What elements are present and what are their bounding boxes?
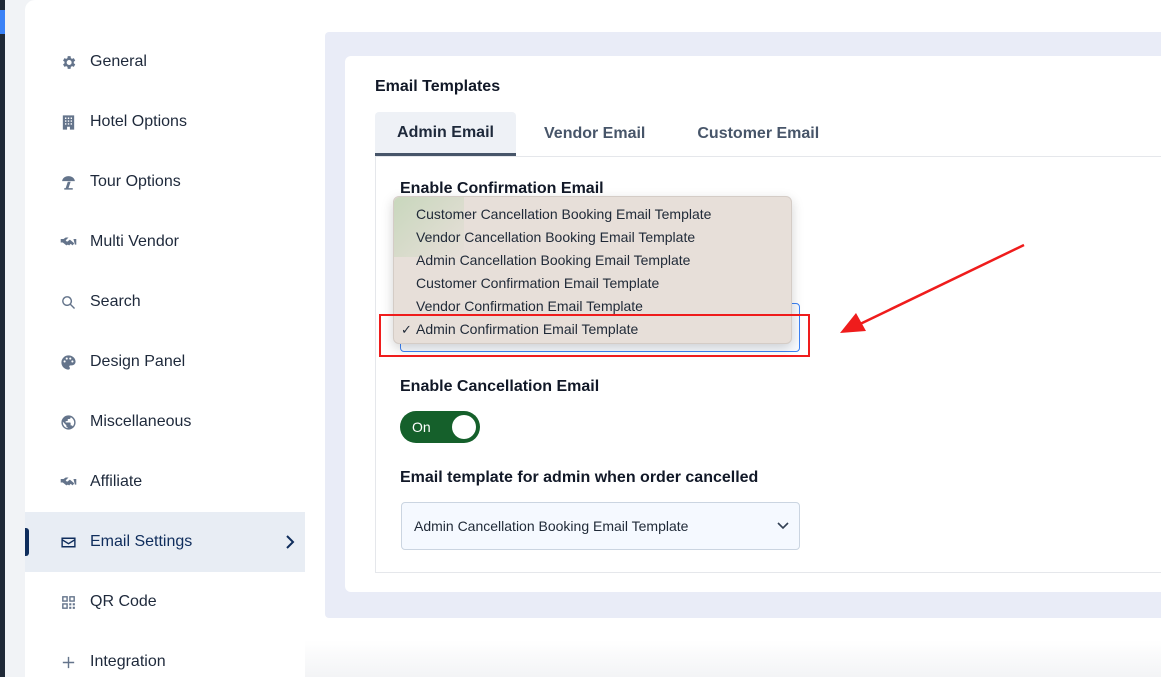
dropdown-option[interactable]: Customer Confirmation Email Template <box>394 272 791 295</box>
cancellation-email-label: Enable Cancellation Email <box>400 378 600 395</box>
sidebar-item-multi-vendor[interactable]: Multi Vendor <box>25 212 305 272</box>
settings-sidebar: General Hotel Options Tour Options Multi… <box>25 32 305 692</box>
sidebar-item-label: Search <box>90 293 141 310</box>
annotation-highlight-box <box>379 314 810 357</box>
cancellation-template-select[interactable]: Admin Cancellation Booking Email Templat… <box>401 502 800 550</box>
sidebar-item-label: Hotel Options <box>90 113 187 130</box>
sidebar-item-design-panel[interactable]: Design Panel <box>25 332 305 392</box>
cancellation-email-toggle[interactable]: On <box>400 411 480 443</box>
envelope-icon <box>59 533 77 551</box>
sidebar-item-general[interactable]: General <box>25 32 305 92</box>
sidebar-item-label: QR Code <box>90 593 157 610</box>
sidebar-item-search[interactable]: Search <box>25 272 305 332</box>
qr-code-icon <box>59 593 77 611</box>
tab-customer-email[interactable]: Customer Email <box>697 112 819 156</box>
chevron-right-icon <box>286 535 295 549</box>
dropdown-option[interactable]: Vendor Cancellation Booking Email Templa… <box>394 226 791 249</box>
handshake-icon <box>59 473 77 491</box>
handshake-icon <box>59 233 77 251</box>
sidebar-item-hotel-options[interactable]: Hotel Options <box>25 92 305 152</box>
sidebar-item-label: Email Settings <box>90 533 193 550</box>
palette-icon <box>59 353 77 371</box>
select-value: Admin Cancellation Booking Email Templat… <box>414 518 689 534</box>
tab-vendor-email[interactable]: Vendor Email <box>544 112 645 156</box>
dropdown-option[interactable]: Customer Cancellation Booking Email Temp… <box>394 203 791 226</box>
toggle-state-text: On <box>412 419 431 435</box>
umbrella-beach-icon <box>59 173 77 191</box>
sidebar-item-label: Design Panel <box>90 353 186 370</box>
sidebar-item-tour-options[interactable]: Tour Options <box>25 152 305 212</box>
sidebar-item-label: General <box>90 53 147 70</box>
toggle-knob <box>452 415 476 439</box>
cancellation-template-label: Email template for admin when order canc… <box>400 469 759 486</box>
globe-icon <box>59 413 77 431</box>
sidebar-item-label: Affiliate <box>90 473 143 490</box>
sidebar-item-email-settings[interactable]: Email Settings <box>25 512 305 572</box>
sidebar-item-label: Miscellaneous <box>90 413 192 430</box>
dropdown-option[interactable]: Admin Cancellation Booking Email Templat… <box>394 249 791 272</box>
sidebar-item-affiliate[interactable]: Affiliate <box>25 452 305 512</box>
sidebar-item-label: Multi Vendor <box>90 233 179 250</box>
gear-icon <box>59 53 77 71</box>
sidebar-item-qr-code[interactable]: QR Code <box>25 572 305 632</box>
tab-admin-email[interactable]: Admin Email <box>375 112 516 156</box>
annotation-arrow-icon <box>840 243 1025 333</box>
sidebar-item-label: Integration <box>90 653 166 670</box>
building-icon <box>59 113 77 131</box>
section-title: Email Templates <box>375 78 501 95</box>
email-tabs: Admin Email Vendor Email Customer Email <box>375 112 819 156</box>
sidebar-item-label: Tour Options <box>90 173 181 190</box>
search-icon <box>59 293 77 311</box>
chevron-down-icon <box>777 522 789 530</box>
plus-icon <box>59 653 77 671</box>
sidebar-item-integration[interactable]: Integration <box>25 632 305 692</box>
bottom-shade <box>305 640 1161 677</box>
sidebar-item-miscellaneous[interactable]: Miscellaneous <box>25 392 305 452</box>
